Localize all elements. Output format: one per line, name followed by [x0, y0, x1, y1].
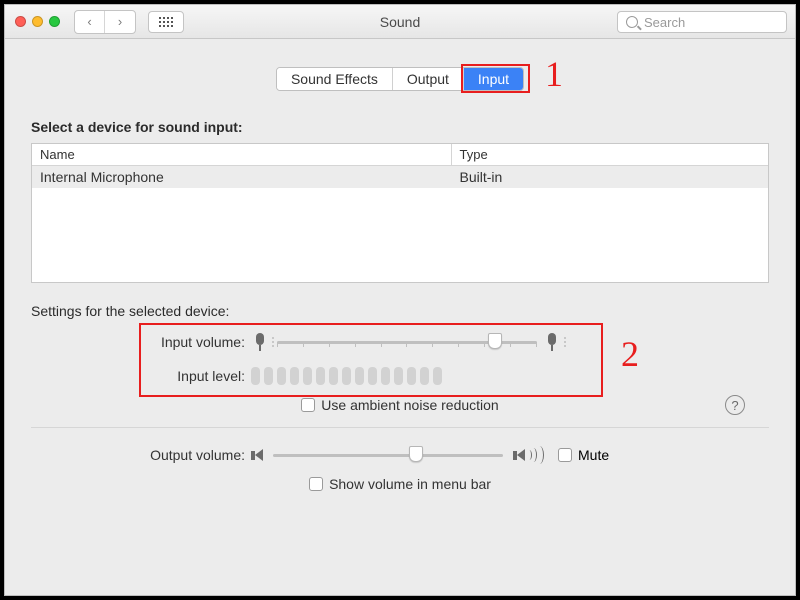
device-heading: Select a device for sound input:: [31, 119, 769, 135]
settings-heading: Settings for the selected device:: [31, 303, 769, 319]
table-row[interactable]: Internal Microphone Built-in: [32, 166, 768, 188]
speaker-low-icon: [251, 449, 263, 461]
output-volume-row: Output volume: Mute: [31, 438, 769, 472]
titlebar: ‹ › Sound Search: [5, 5, 795, 39]
ambient-label: Use ambient noise reduction: [321, 397, 498, 413]
input-volume-row: Input volume:: [31, 325, 769, 359]
zoom-icon[interactable]: [49, 16, 60, 27]
tabs: Sound Effects Output Input 1: [31, 67, 769, 91]
minimize-icon[interactable]: [32, 16, 43, 27]
grid-icon: [159, 17, 173, 27]
content: Sound Effects Output Input 1 Select a de…: [5, 39, 795, 502]
menubar-checkbox[interactable]: [309, 477, 323, 491]
device-name: Internal Microphone: [32, 166, 452, 188]
search-placeholder: Search: [644, 15, 685, 30]
device-type: Built-in: [452, 166, 768, 188]
mute-label: Mute: [578, 447, 609, 463]
input-volume-label: Input volume:: [31, 334, 251, 350]
col-name[interactable]: Name: [32, 144, 452, 165]
divider: [31, 427, 769, 428]
output-volume-label: Output volume:: [31, 447, 251, 463]
forward-button[interactable]: ›: [105, 11, 135, 33]
back-button[interactable]: ‹: [75, 11, 105, 33]
tab-output[interactable]: Output: [393, 68, 464, 90]
input-volume-slider[interactable]: [277, 333, 537, 351]
help-button[interactable]: ?: [725, 395, 745, 415]
input-level-label: Input level:: [31, 368, 251, 384]
device-table: Name Type Internal Microphone Built-in: [31, 143, 769, 283]
menubar-label: Show volume in menu bar: [329, 476, 491, 492]
tab-sound-effects[interactable]: Sound Effects: [277, 68, 393, 90]
search-icon: [626, 16, 638, 28]
window-controls: [15, 16, 60, 27]
mic-dots-icon: [272, 337, 274, 347]
nav-buttons: ‹ ›: [74, 10, 136, 34]
annotation-1: 1: [545, 53, 563, 95]
tab-input[interactable]: Input: [464, 68, 523, 90]
mute-checkbox[interactable]: [558, 448, 572, 462]
ambient-checkbox[interactable]: [301, 398, 315, 412]
mic-high-icon: [543, 333, 561, 351]
mic-dots-icon: [564, 337, 566, 347]
mic-low-icon: [251, 333, 269, 351]
sound-preferences-window: ‹ › Sound Search Sound Effects Output In…: [4, 4, 796, 596]
col-type[interactable]: Type: [452, 144, 768, 165]
input-level-row: Input level:: [31, 359, 769, 393]
speaker-high-icon: [513, 446, 544, 464]
output-volume-slider[interactable]: [273, 446, 503, 464]
close-icon[interactable]: [15, 16, 26, 27]
input-level-meter: [251, 367, 442, 385]
show-all-button[interactable]: [148, 11, 184, 33]
search-input[interactable]: Search: [617, 11, 787, 33]
